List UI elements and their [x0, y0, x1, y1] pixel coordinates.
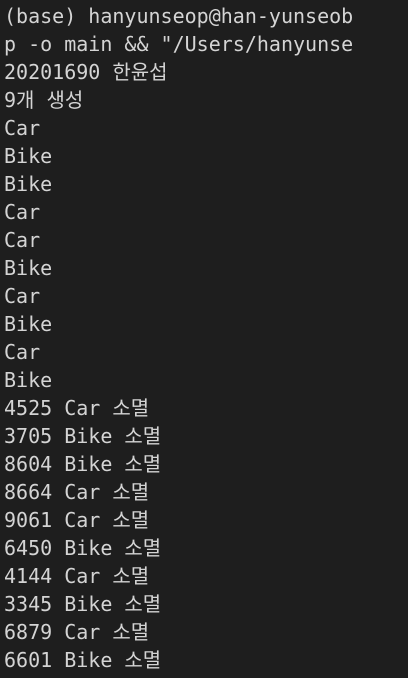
output-line: 4525 Car 소멸	[4, 396, 150, 420]
output-line: Bike	[4, 368, 53, 392]
output-line: Bike	[4, 256, 53, 280]
output-line: 9개 생성	[4, 88, 84, 112]
output-line: Bike	[4, 172, 53, 196]
terminal-output[interactable]: (base) hanyunseop@han-yunseob p -o main …	[0, 0, 408, 678]
output-line: Bike	[4, 144, 53, 168]
output-line: 20201690 한윤섭	[4, 60, 168, 84]
output-line: Car	[4, 116, 41, 140]
output-line: Car	[4, 200, 41, 224]
output-line: Car	[4, 340, 41, 364]
output-line: 3705 Bike 소멸	[4, 424, 162, 448]
output-line: 6601 Bike 소멸	[4, 648, 162, 672]
output-line: 3345 Bike 소멸	[4, 592, 162, 616]
output-line: Bike	[4, 312, 53, 336]
command-line: p -o main && "/Users/hanyunse	[4, 32, 354, 56]
output-line: 4144 Car 소멸	[4, 564, 150, 588]
output-line: 8664 Car 소멸	[4, 480, 150, 504]
output-line: 6879 Car 소멸	[4, 620, 150, 644]
output-line: 8604 Bike 소멸	[4, 452, 162, 476]
output-line: 6450 Bike 소멸	[4, 536, 162, 560]
output-line: 9061 Car 소멸	[4, 508, 150, 532]
output-line: Car	[4, 284, 41, 308]
output-line: Car	[4, 228, 41, 252]
prompt-line: (base) hanyunseop@han-yunseob	[4, 4, 354, 28]
